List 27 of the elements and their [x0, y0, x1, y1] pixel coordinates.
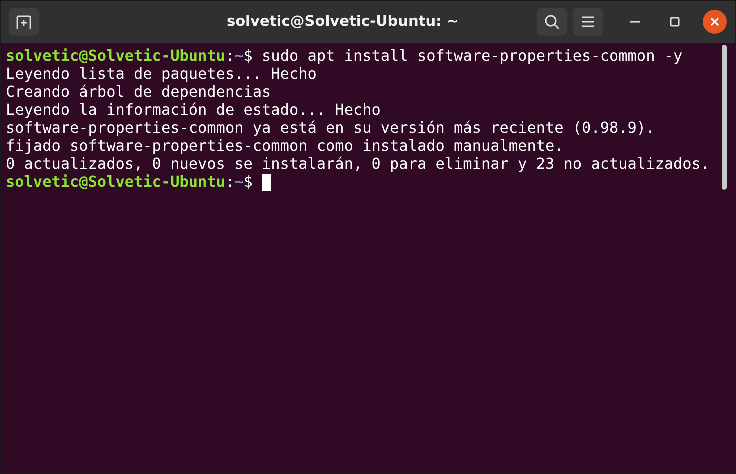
scrollbar[interactable] — [722, 45, 727, 190]
new-tab-button[interactable] — [9, 8, 39, 36]
search-icon — [544, 14, 560, 30]
new-tab-icon — [16, 14, 32, 30]
prompt-user-host: solvetic@Solvetic-Ubuntu — [6, 173, 226, 191]
prompt-symbol: $ — [244, 173, 253, 191]
prompt-path: ~ — [234, 47, 244, 65]
prompt-user-host: solvetic@Solvetic-Ubuntu — [6, 47, 226, 65]
command-text: sudo apt install software-properties-common -y — [262, 47, 683, 65]
output-line: Leyendo lista de paquetes... Hecho — [6, 65, 317, 83]
close-icon — [710, 17, 720, 27]
menu-icon — [581, 16, 595, 28]
output-line: software-properties-common ya está en su versión más reciente (0.98.9). — [6, 119, 656, 137]
output-line: fijado software-properties-common como instalado manualmente. — [6, 137, 564, 155]
prompt-separator: : — [225, 173, 235, 191]
close-button[interactable] — [703, 10, 727, 34]
output-line: 0 actualizados, 0 nuevos se instalarán, 0 para eliminar y 23 no actualizados. — [6, 155, 710, 173]
prompt-symbol: $ — [244, 47, 253, 65]
search-button[interactable] — [537, 8, 567, 36]
minimize-icon — [630, 21, 640, 23]
prompt-path: ~ — [234, 173, 244, 191]
output-line: Creando árbol de dependencias — [6, 83, 272, 101]
menu-button[interactable] — [573, 8, 603, 36]
maximize-icon — [670, 17, 680, 27]
prompt-separator: : — [225, 47, 235, 65]
window-title: solvetic@Solvetic-Ubuntu: ~ — [226, 14, 460, 30]
output-line: Leyendo la información de estado... Hecho — [6, 101, 381, 119]
